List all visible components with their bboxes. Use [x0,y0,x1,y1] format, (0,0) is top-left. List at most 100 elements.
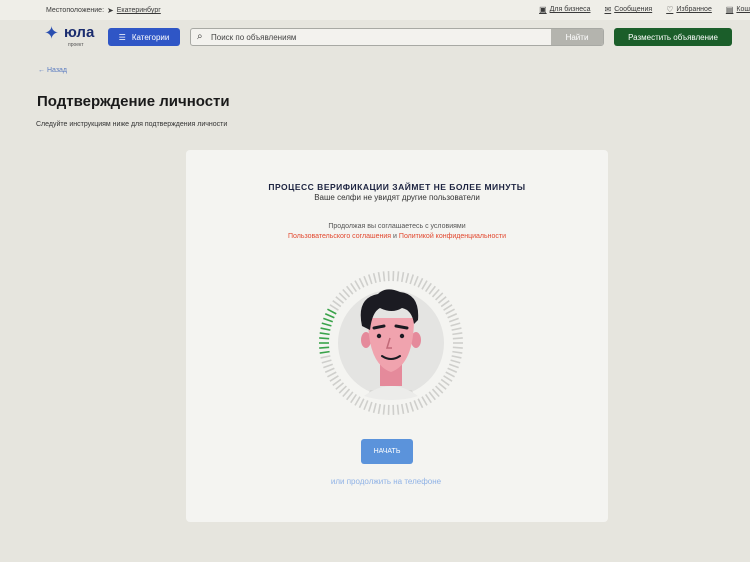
wallet-link[interactable]: ▤ Кош [726,5,750,14]
logo-text: юла [64,24,95,41]
progress-tick [350,393,357,404]
progress-tick [443,375,453,382]
progress-tick [338,385,347,394]
progress-tick [451,327,462,331]
heart-icon: ♡ [666,5,674,14]
progress-tick [382,271,386,282]
progress-tick [319,346,330,349]
progress-tick [377,403,382,415]
privacy-policy-link[interactable]: Политикой конфиденциальности [399,233,506,240]
search-bar: ⌕ Найти [190,28,604,46]
progress-tick [367,401,373,412]
progress-tick [425,282,432,293]
progress-tick [354,396,361,406]
progress-tick [324,367,335,374]
wallet-link-label: Кош [736,6,750,13]
progress-tick [409,401,415,412]
progress-tick [342,388,351,398]
progress-tick [437,382,447,390]
progress-tick [431,288,440,298]
search-icon: ⌕ [197,31,203,42]
progress-tick [335,382,345,390]
categories-label: Категории [131,32,170,42]
progress-tick [447,367,458,374]
progress-tick [335,296,345,304]
logo[interactable]: ✦ юла проект [42,22,102,52]
progress-tick [358,398,365,409]
top-bar: Местоположение: ➤ Екатеринбург ▣ Для бизн… [0,0,750,20]
messages-link[interactable]: ✉ Сообщения [604,5,652,14]
progress-tick [421,280,428,290]
progress-tick [363,400,369,411]
progress-tick [428,391,436,401]
progress-tick [435,385,444,394]
progress-tick [450,322,461,327]
progress-tick [320,355,331,359]
progress-tick [396,271,400,282]
location-label: Местоположение: [46,7,105,14]
card-title: ПРОЦЕСС ВЕРИФИКАЦИИ ЗАЙМЕТ НЕ БОЛЕЕ МИНУ… [268,182,526,192]
top-links: ▣ Для бизнеса ✉ Сообщения ♡ Избранное ▤ Кош [539,5,750,14]
progress-tick [332,378,342,386]
progress-tick [319,337,330,340]
card-subtitle: Ваше селфи не увидят другие пользователи [314,193,480,202]
progress-tick [435,292,444,301]
start-button[interactable]: НАЧАТЬ [361,439,413,464]
menu-icon: ☰ [118,32,126,42]
progress-tick [396,404,400,415]
user-agreement-link[interactable]: Пользовательского соглашения [288,233,391,240]
progress-tick [319,332,330,336]
terms-text: Продолжая вы соглашаетесь с условиями [328,223,466,230]
progress-tick [405,402,410,414]
progress-tick [363,275,369,286]
post-ad-button[interactable]: Разместить объявление [614,28,732,46]
progress-tick [405,272,410,284]
location-arrow-icon: ➤ [107,6,114,15]
progress-tick [450,359,461,364]
progress-tick [327,371,337,378]
favorites-link[interactable]: ♡ Избранное [666,5,712,14]
location: Местоположение: ➤ Екатеринбург [46,6,161,15]
search-input[interactable] [211,30,541,44]
envelope-icon: ✉ [604,5,612,14]
progress-tick [346,285,354,295]
progress-tick [350,282,357,293]
progress-tick [367,274,373,285]
continue-on-phone-link[interactable]: или продолжить на телефоне [186,477,586,486]
progress-tick [338,292,347,301]
progress-tick [342,288,351,298]
progress-tick [431,388,440,398]
progress-tick [332,300,342,308]
business-link-label: Для бизнеса [549,6,591,13]
progress-tick [321,322,332,327]
logo-subtext: проект [68,42,84,48]
progress-tick [440,300,450,308]
progress-tick [413,275,419,286]
search-button[interactable]: Найти [551,29,603,45]
city-link[interactable]: Екатеринбург [117,7,161,14]
progress-tick [452,337,463,340]
progress-tick [372,402,377,414]
terms-links: Пользовательского соглашения и Политикой… [186,233,608,240]
progress-tick [323,317,334,323]
progress-tick [417,398,424,409]
back-link[interactable]: ← Назад [38,67,67,74]
wallet-icon: ▤ [725,5,734,14]
progress-tick [321,359,332,364]
progress-tick [452,346,463,349]
page-subtitle: Следуйте инструкциям ниже для подтвержде… [36,121,228,128]
favorites-link-label: Избранное [676,6,712,13]
progress-tick [440,378,450,386]
categories-button[interactable]: ☰ Категории [108,28,180,46]
progress-tick [428,285,436,295]
progress-tick [319,350,330,354]
progress-tick [409,274,415,285]
progress-tick [445,308,455,315]
progress-tick [377,271,382,283]
progress-tick [400,271,405,283]
progress-tick [413,400,419,411]
progress-tick [372,272,377,284]
business-link[interactable]: ▣ Для бизнеса [539,5,590,14]
progress-tick [323,363,334,369]
progress-tick [447,312,458,319]
